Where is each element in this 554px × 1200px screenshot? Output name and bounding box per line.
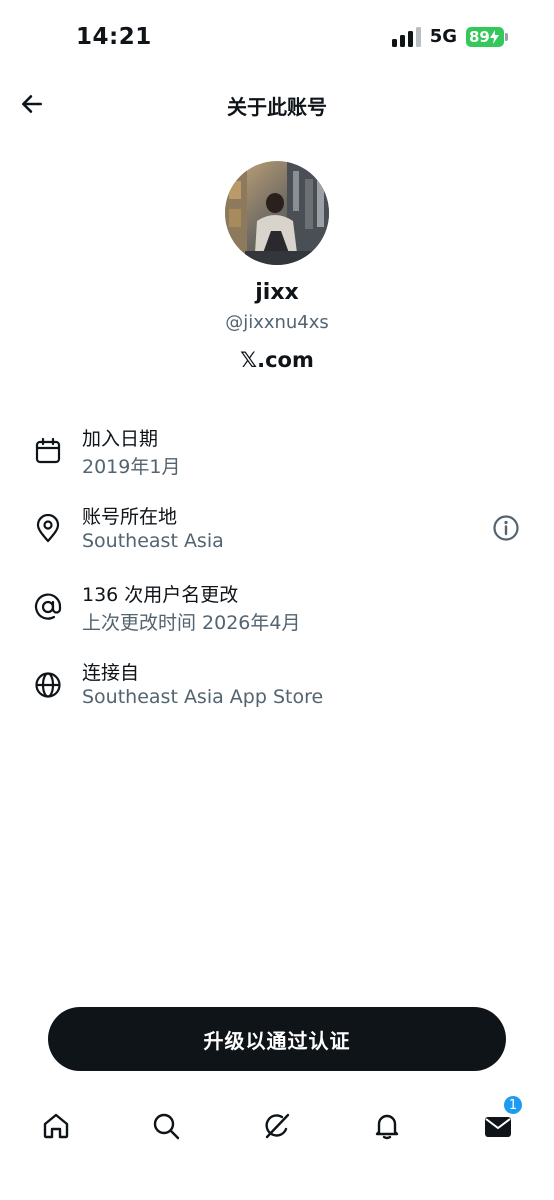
bell-icon (375, 1114, 399, 1140)
avatar[interactable] (225, 161, 329, 265)
info-value: 2019年1月 (82, 456, 181, 478)
info-circle-icon[interactable] (492, 514, 520, 542)
info-label: 账号所在地 (82, 506, 178, 528)
status-bar: 14:21 5G 89 (0, 0, 554, 76)
nav-home[interactable] (36, 1106, 76, 1146)
battery-level: 89 (469, 27, 490, 46)
site-label: 𝕏.com (240, 348, 314, 372)
info-row-join-date: 加入日期 2019年1月 (0, 424, 554, 488)
status-indicators: 5G 89 (391, 26, 508, 47)
search-icon (153, 1113, 180, 1140)
nav-grok[interactable] (257, 1106, 297, 1146)
globe-icon (35, 672, 61, 698)
grok-icon (265, 1113, 290, 1139)
messages-badge: 1 (502, 1094, 524, 1116)
location-pin-icon (36, 514, 60, 543)
avatar-photo (225, 161, 329, 265)
bottom-nav: 1 (0, 1092, 554, 1162)
info-label: 136 次用户名更改 (82, 584, 239, 606)
info-row-username-changes: 136 次用户名更改 上次更改时间 2026年4月 (0, 580, 554, 644)
display-name: jixx (255, 280, 299, 305)
battery-icon: 89 (466, 26, 508, 47)
at-sign-icon (34, 593, 62, 620)
page-title: 关于此账号 (227, 95, 327, 119)
network-type: 5G (429, 26, 457, 47)
info-value: Southeast Asia App Store (82, 686, 324, 708)
home-icon (43, 1113, 69, 1139)
nav-notifications[interactable] (367, 1106, 407, 1146)
nav-search[interactable] (146, 1106, 186, 1146)
info-row-location: 账号所在地 Southeast Asia (0, 502, 554, 566)
signal-icon (391, 26, 421, 47)
handle: @jixxnu4xs (225, 312, 329, 333)
header: 关于此账号 (0, 80, 554, 130)
info-label: 连接自 (82, 662, 140, 684)
nav-messages[interactable]: 1 (478, 1094, 524, 1146)
calendar-icon (35, 437, 61, 464)
info-label: 加入日期 (82, 428, 159, 450)
status-time: 14:21 (76, 24, 152, 50)
upgrade-verify-button[interactable]: 升级以通过认证 (48, 1007, 506, 1071)
info-value: Southeast Asia (82, 530, 224, 552)
info-value: 上次更改时间 2026年4月 (82, 612, 301, 634)
info-row-connected-via: 连接自 Southeast Asia App Store (0, 658, 554, 722)
charging-bolt-icon (489, 29, 499, 44)
